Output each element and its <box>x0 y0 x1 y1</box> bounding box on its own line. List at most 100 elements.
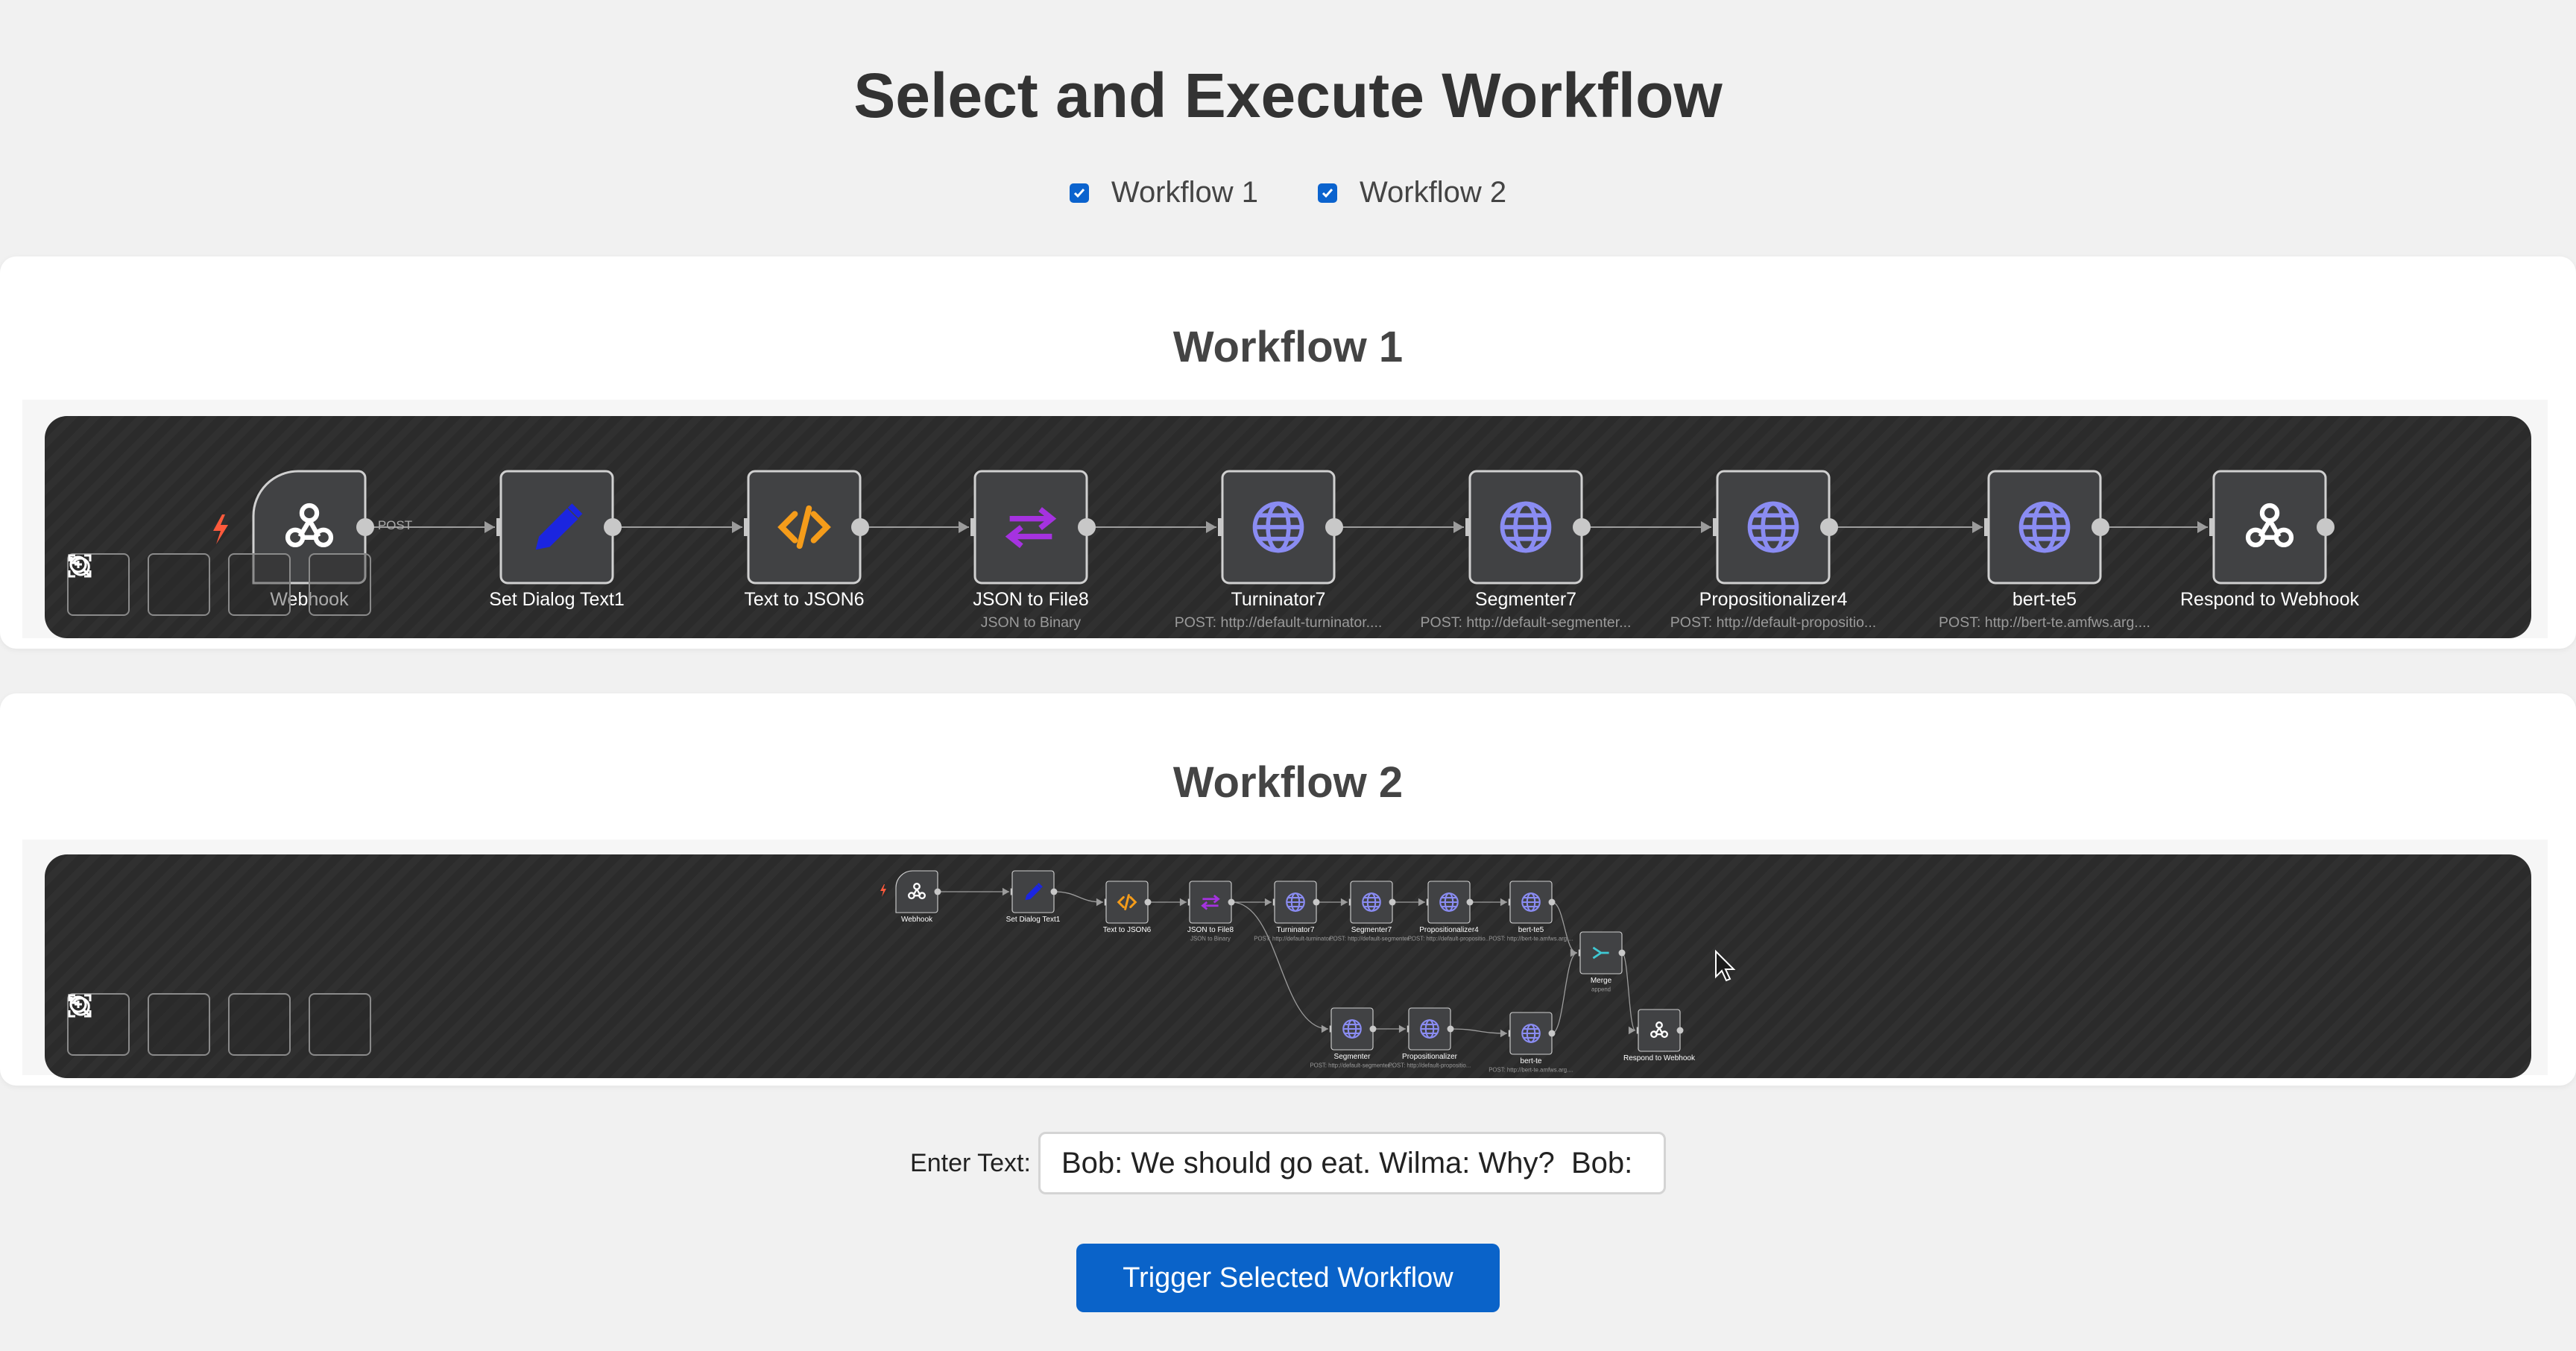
input-handle[interactable] <box>1348 898 1351 906</box>
node-label: Propositionalizer <box>1402 1053 1458 1061</box>
text-input[interactable] <box>1038 1132 1666 1194</box>
zoom-out-button[interactable] <box>69 553 291 616</box>
output-handle[interactable] <box>1228 898 1235 906</box>
output-handle[interactable] <box>1313 898 1320 906</box>
arrow-head <box>1500 898 1507 907</box>
workflow-node[interactable]: Webhook <box>895 870 941 924</box>
node-label: JSON to File8 <box>973 589 1089 610</box>
output-handle[interactable] <box>934 888 941 895</box>
reset-zoom-button[interactable] <box>70 553 371 616</box>
node-label: Segmenter7 <box>1475 589 1576 610</box>
input-handle[interactable] <box>744 518 748 536</box>
output-handle[interactable] <box>1466 898 1474 906</box>
workflow-node[interactable]: bert-te5 POST: http://bert-te.amfws.arg..… <box>1489 881 1573 942</box>
workflow-node[interactable]: Set Dialog Text1 <box>1006 870 1061 924</box>
workflow-node[interactable]: Segmenter7 POST: http://default-segmenter… <box>1329 881 1414 942</box>
node-subtitle: POST: http://default-segmenter... <box>1421 614 1632 631</box>
output-handle[interactable] <box>1325 518 1343 536</box>
input-handle[interactable] <box>1465 518 1470 536</box>
input-handle[interactable] <box>1329 1025 1331 1033</box>
arrow-head <box>1179 898 1187 907</box>
workflow-2-title: Workflow 2 <box>1172 758 1404 807</box>
input-handle[interactable] <box>1508 898 1510 906</box>
output-handle[interactable] <box>1447 1025 1454 1033</box>
workflow-node[interactable]: PropositionalizerPOST: http://default-pr… <box>1389 1007 1471 1069</box>
arrow-head <box>1321 1024 1328 1033</box>
workflow-node[interactable]: bert-te5 POST: http://bert-te.amfws.arg..… <box>1939 470 2150 631</box>
output-handle[interactable] <box>1548 898 1556 906</box>
output-handle[interactable] <box>1820 518 1838 536</box>
output-handle[interactable] <box>1618 949 1626 957</box>
input-handle[interactable] <box>1984 518 1989 536</box>
zoom-out-button[interactable] <box>69 993 291 1056</box>
output-handle[interactable] <box>851 518 869 536</box>
input-handle[interactable] <box>970 518 975 536</box>
output-handle[interactable] <box>1144 898 1152 906</box>
workflow-node[interactable]: Text to JSON6 <box>744 470 869 610</box>
input-handle[interactable] <box>1272 898 1275 906</box>
node-subtitle: POST: http://bert-te.amfws.arg.... <box>1939 614 2150 631</box>
workflow-2-option[interactable]: Workflow 2 <box>1318 176 1506 210</box>
node-label: Respond to Webhook <box>2180 589 2359 610</box>
workflow-node[interactable]: Propositionalizer4 POST: http://default-p… <box>1670 470 1876 631</box>
output-handle[interactable] <box>1078 518 1096 536</box>
workflow-selector: Workflow 1 Workflow 2 <box>0 176 2576 210</box>
workflow-node[interactable]: Turninator7 POST: http://default-turninat… <box>1175 470 1383 631</box>
output-handle[interactable] <box>1389 898 1396 906</box>
workflow-node[interactable]: Set Dialog Text1 <box>489 470 625 610</box>
workflow-2-checkbox[interactable] <box>1318 183 1337 203</box>
zoom-in-button[interactable] <box>69 553 210 616</box>
trigger-bolt-icon <box>880 884 886 897</box>
node-label: Webhook <box>901 916 933 924</box>
workflow-node[interactable]: SegmenterPOST: http://default-segmenter.… <box>1310 1007 1395 1069</box>
workflow-node[interactable]: Text to JSON6 <box>1103 881 1152 934</box>
zoom-in-button[interactable] <box>69 993 210 1056</box>
output-handle[interactable] <box>1676 1027 1684 1034</box>
trigger-workflow-button[interactable]: Trigger Selected Workflow <box>1076 1244 1500 1312</box>
arrow-head <box>1264 898 1272 907</box>
input-handle[interactable] <box>1218 518 1222 536</box>
output-handle[interactable] <box>356 518 374 536</box>
workflow-1-canvas[interactable]: Webhook Set Dialog Text1 Text to JSON6 JSON… <box>45 416 2531 638</box>
input-handle[interactable] <box>496 518 501 536</box>
workflow-node[interactable]: Propositionalizer4 POST: http://default-p… <box>1408 881 1491 942</box>
arrow-head <box>1418 898 1425 907</box>
node-label: Merge <box>1591 977 1612 985</box>
node-label: Respond to Webhook <box>1623 1054 1696 1062</box>
output-handle[interactable] <box>1050 888 1058 895</box>
workflow-node[interactable]: bert-te POST: http://bert-te.amfws.arg...… <box>1489 1012 1573 1074</box>
input-handle[interactable] <box>1636 1027 1638 1034</box>
input-handle[interactable] <box>1508 1030 1510 1037</box>
workflow-node[interactable]: Respond to Webhook <box>2180 470 2359 610</box>
input-handle[interactable] <box>1578 949 1580 957</box>
input-handle[interactable] <box>1713 518 1717 536</box>
output-handle[interactable] <box>2317 518 2334 536</box>
reset-zoom-button[interactable] <box>70 993 371 1056</box>
arrow-head <box>1453 521 1464 533</box>
input-handle[interactable] <box>1104 898 1106 906</box>
workflow-node[interactable]: JSON to File8 JSON to Binary <box>1187 881 1235 942</box>
node-label: Text to JSON6 <box>744 589 864 610</box>
workflow-1-option[interactable]: Workflow 1 <box>1069 176 1258 210</box>
node-subtitle: POST: http://default-propositio... <box>1670 614 1876 631</box>
workflow-node[interactable]: Segmenter7 POST: http://default-segmenter… <box>1421 470 1632 631</box>
workflow-1-checkbox[interactable] <box>1069 183 1089 203</box>
input-handle[interactable] <box>1407 1025 1409 1033</box>
workflow-node[interactable]: Respond to Webhook <box>1623 1009 1696 1062</box>
workflow-2-canvas[interactable]: Webhook Set Dialog Text1 Text to JSON6 JSON… <box>45 854 2531 1078</box>
workflow-node[interactable]: JSON to File8 JSON to Binary <box>970 470 1096 631</box>
workflow-node[interactable]: Mergeappend <box>1578 931 1626 993</box>
node-subtitle: POST: http://default-segmenter... <box>1310 1062 1394 1069</box>
output-handle[interactable] <box>604 518 622 536</box>
input-handle[interactable] <box>1187 898 1190 906</box>
output-handle[interactable] <box>1369 1025 1377 1033</box>
output-handle[interactable] <box>2092 518 2109 536</box>
output-handle[interactable] <box>1548 1030 1556 1037</box>
input-handle[interactable] <box>1010 888 1012 895</box>
trigger-bolt-icon <box>213 514 228 544</box>
node-label: Propositionalizer4 <box>1419 926 1479 934</box>
input-handle[interactable] <box>1426 898 1428 906</box>
input-handle[interactable] <box>2209 518 2214 536</box>
output-handle[interactable] <box>1573 518 1591 536</box>
node-connection <box>1450 1028 1508 1034</box>
